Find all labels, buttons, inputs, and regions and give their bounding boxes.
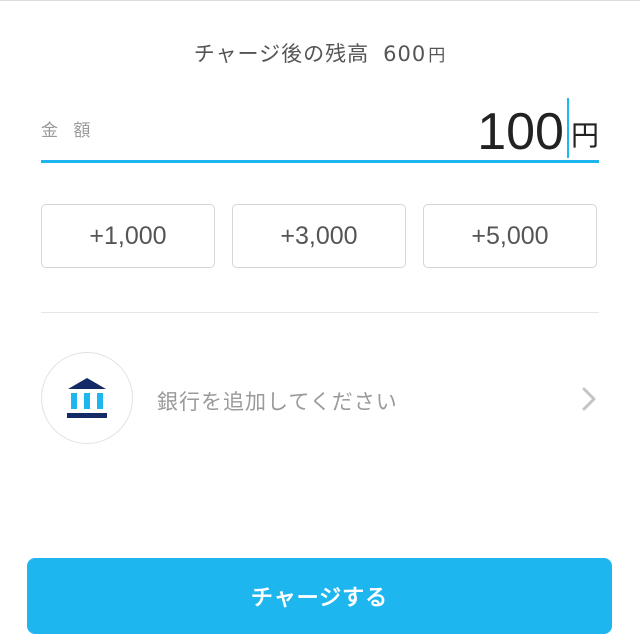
- preset-amounts: +1,000 +3,000 +5,000: [41, 204, 599, 270]
- add-bank-label: 銀行を追加してください: [157, 390, 398, 414]
- balance-label: チャージ後の残高: [193, 42, 370, 66]
- chevron-right-icon: [582, 387, 596, 411]
- preset-3000-button[interactable]: +3,000: [232, 204, 406, 268]
- bank-icon-circle: [41, 352, 133, 444]
- add-bank-row[interactable]: 銀行を追加してください: [41, 352, 599, 448]
- balance-after-charge: チャージ後の残高 600 円: [0, 38, 640, 68]
- section-divider: [41, 312, 599, 313]
- amount-field[interactable]: 金 額 100 円: [41, 90, 599, 163]
- balance-amount: 600: [383, 42, 427, 66]
- charge-button[interactable]: チャージする: [27, 558, 612, 634]
- text-caret: [566, 98, 569, 158]
- charge-screen: チャージ後の残高 600 円 金 額 100 円 +1,000 +3,000 +5,…: [0, 0, 640, 642]
- bank-icon: [67, 378, 107, 418]
- amount-label: 金 額: [41, 121, 96, 141]
- balance-unit: 円: [428, 46, 447, 66]
- amount-input[interactable]: 100 円: [477, 94, 599, 160]
- preset-5000-button[interactable]: +5,000: [423, 204, 597, 268]
- amount-value: 100: [477, 103, 564, 161]
- amount-unit: 円: [570, 119, 599, 152]
- preset-1000-button[interactable]: +1,000: [41, 204, 215, 268]
- top-divider: [0, 0, 640, 1]
